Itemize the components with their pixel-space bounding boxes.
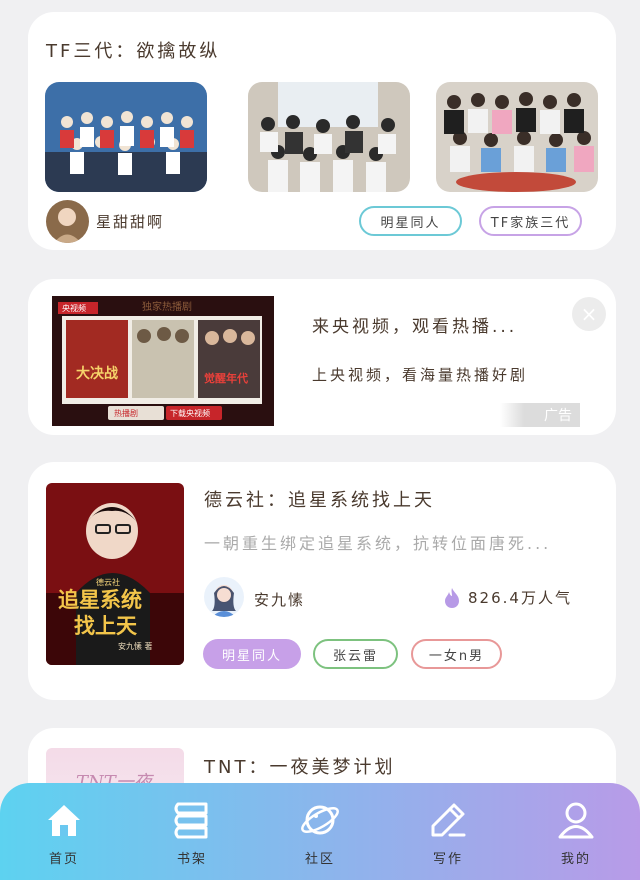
planet-icon [301, 805, 339, 835]
group-photo[interactable] [436, 82, 598, 192]
tab-bookshelf[interactable]: 书架 [128, 783, 256, 880]
novel-description[interactable]: 一朝重生绑定追星系统，抗转位面唐死... [204, 530, 551, 554]
fire-icon [445, 587, 459, 608]
tab-community-label: 社区 [304, 852, 335, 867]
tab-mine-label: 我的 [560, 852, 591, 867]
novel-card[interactable]: 德云社 追星系统 找上天 安九愫 著 德云社：追星系统找上天 一朝重生绑定追星系… [28, 462, 616, 700]
cover-author: 安九愫 著 [118, 641, 153, 651]
author-avatar[interactable] [46, 200, 89, 243]
tag-series[interactable]: TF家族三代 [479, 206, 582, 236]
novel-title[interactable]: TNT：一夜美梦计划 [204, 753, 395, 779]
ad-image[interactable]: 央视频 独家热播剧 大决战 觉醒年代 热播剧 下载央视频 [52, 296, 274, 426]
author-name[interactable]: 安九愫 [254, 589, 305, 610]
tab-mine[interactable]: 我的 [512, 783, 640, 880]
poster-title-1: 大决战 [76, 365, 118, 382]
close-icon[interactable]: × [572, 297, 606, 331]
cover-title-line1: 追星系统 [58, 587, 142, 612]
pencil-icon [431, 803, 466, 837]
ad-badge: 广告 [500, 403, 580, 427]
ad-title[interactable]: 来央视频，观看热播... [312, 312, 517, 337]
home-icon [48, 805, 80, 836]
tab-write[interactable]: 写作 [384, 783, 512, 880]
tag-character[interactable]: 张云雷 [313, 639, 398, 669]
ad-button-right: 下载央视频 [170, 408, 210, 418]
tab-community[interactable]: 社区 [256, 783, 384, 880]
ad-card[interactable]: 央视频 独家热播剧 大决战 觉醒年代 热播剧 下载央视频 来央视频，观看热播..… [28, 279, 616, 435]
novel-title[interactable]: TF三代：欲擒故纵 [46, 37, 220, 63]
author-name[interactable]: 星甜甜啊 [96, 211, 164, 232]
tab-home[interactable]: 首页 [0, 783, 128, 880]
bottom-tab-bar: 首页 书架 社区 写作 我的 [0, 783, 640, 880]
user-icon [558, 802, 594, 839]
group-photo[interactable] [45, 82, 207, 192]
group-photo[interactable] [248, 82, 410, 192]
tab-bookshelf-label: 书架 [176, 852, 207, 867]
ad-banner-text: 独家热播剧 [142, 300, 192, 313]
ad-description[interactable]: 上央视频，看海量热播好剧 [312, 361, 562, 389]
novel-card[interactable]: TF三代：欲擒故纵 星甜甜啊 明星同人 TF家族三代 [28, 12, 616, 250]
popularity-count: 826.4万人气 [468, 589, 572, 607]
ad-button-left: 热播剧 [114, 408, 138, 418]
novel-title[interactable]: 德云社：追星系统找上天 [204, 486, 435, 512]
bookshelf-icon [174, 802, 208, 839]
tag-category[interactable]: 明星同人 [203, 639, 301, 669]
ad-logo-text: 央视频 [62, 303, 86, 313]
cover-series: 德云社 [96, 577, 120, 587]
author-avatar[interactable] [204, 577, 244, 617]
tag-romance[interactable]: 一女n男 [411, 639, 502, 669]
tag-category[interactable]: 明星同人 [359, 206, 462, 236]
poster-title-3: 觉醒年代 [204, 371, 248, 385]
popularity: 826.4万人气 [444, 587, 572, 608]
tab-write-label: 写作 [432, 852, 463, 867]
book-cover[interactable]: 德云社 追星系统 找上天 安九愫 著 [46, 483, 184, 665]
cover-title-line2: 找上天 [74, 613, 138, 638]
tab-home-label: 首页 [48, 852, 79, 867]
